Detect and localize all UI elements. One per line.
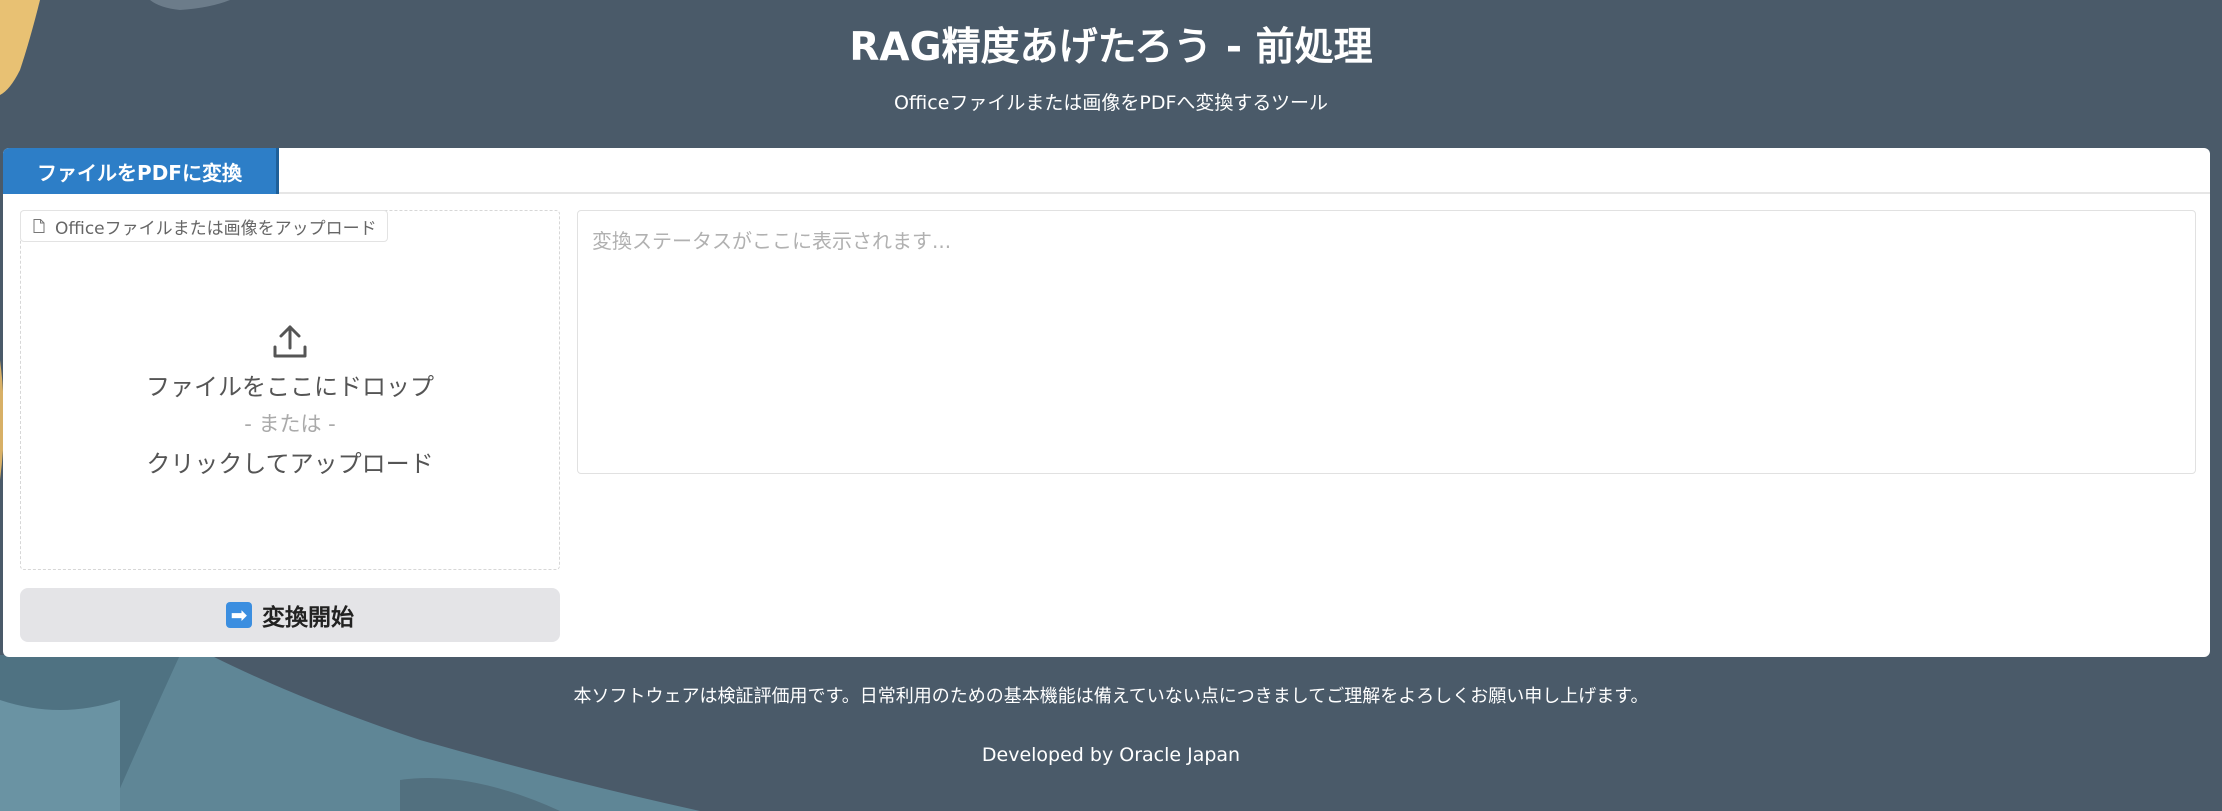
page-title: RAG精度あげたろう - 前処理 bbox=[849, 25, 1373, 70]
file-upload-dropzone[interactable]: Officeファイルまたは画像をアップロード ファイルをここにドロップ - また… bbox=[20, 210, 560, 570]
upload-field-label: Officeファイルまたは画像をアップロード bbox=[20, 210, 388, 242]
status-textarea[interactable]: 変換ステータスがここに表示されます... bbox=[577, 210, 2196, 474]
footer: 本ソフトウェアは検証評価用です。日常利用のための基本機能は備えていない点につきま… bbox=[0, 682, 2222, 766]
tab-bar: ファイルをPDFに変換 bbox=[3, 148, 2210, 194]
or-text: - または - bbox=[244, 412, 336, 436]
main-panel: ファイルをPDFに変換 Officeファイルまたは画像をアップロード ファイルを… bbox=[3, 148, 2210, 657]
tab-convert-to-pdf[interactable]: ファイルをPDFに変換 bbox=[3, 148, 279, 194]
right-arrow-icon: ➡ bbox=[226, 602, 252, 628]
drop-text: ファイルをここにドロップ bbox=[146, 373, 434, 401]
file-icon bbox=[33, 219, 45, 233]
disclaimer-text: 本ソフトウェアは検証評価用です。日常利用のための基本機能は備えていない点につきま… bbox=[573, 686, 1649, 707]
click-upload-text: クリックしてアップロード bbox=[146, 450, 434, 478]
convert-start-button[interactable]: ➡ 変換開始 bbox=[20, 588, 560, 642]
upload-label-text: Officeファイルまたは画像をアップロード bbox=[55, 218, 377, 239]
status-placeholder: 変換ステータスがここに表示されます... bbox=[592, 229, 952, 253]
page-subtitle: Officeファイルまたは画像をPDFへ変換するツール bbox=[893, 92, 1329, 114]
developed-by-text: Developed by Oracle Japan bbox=[981, 744, 1241, 766]
drop-area: ファイルをここにドロップ - または - クリックしてアップロード bbox=[21, 321, 559, 479]
header: RAG精度あげたろう - 前処理 Officeファイルまたは画像をPDFへ変換す… bbox=[0, 20, 2222, 115]
convert-button-label: 変換開始 bbox=[262, 605, 354, 631]
upload-icon bbox=[273, 325, 307, 358]
